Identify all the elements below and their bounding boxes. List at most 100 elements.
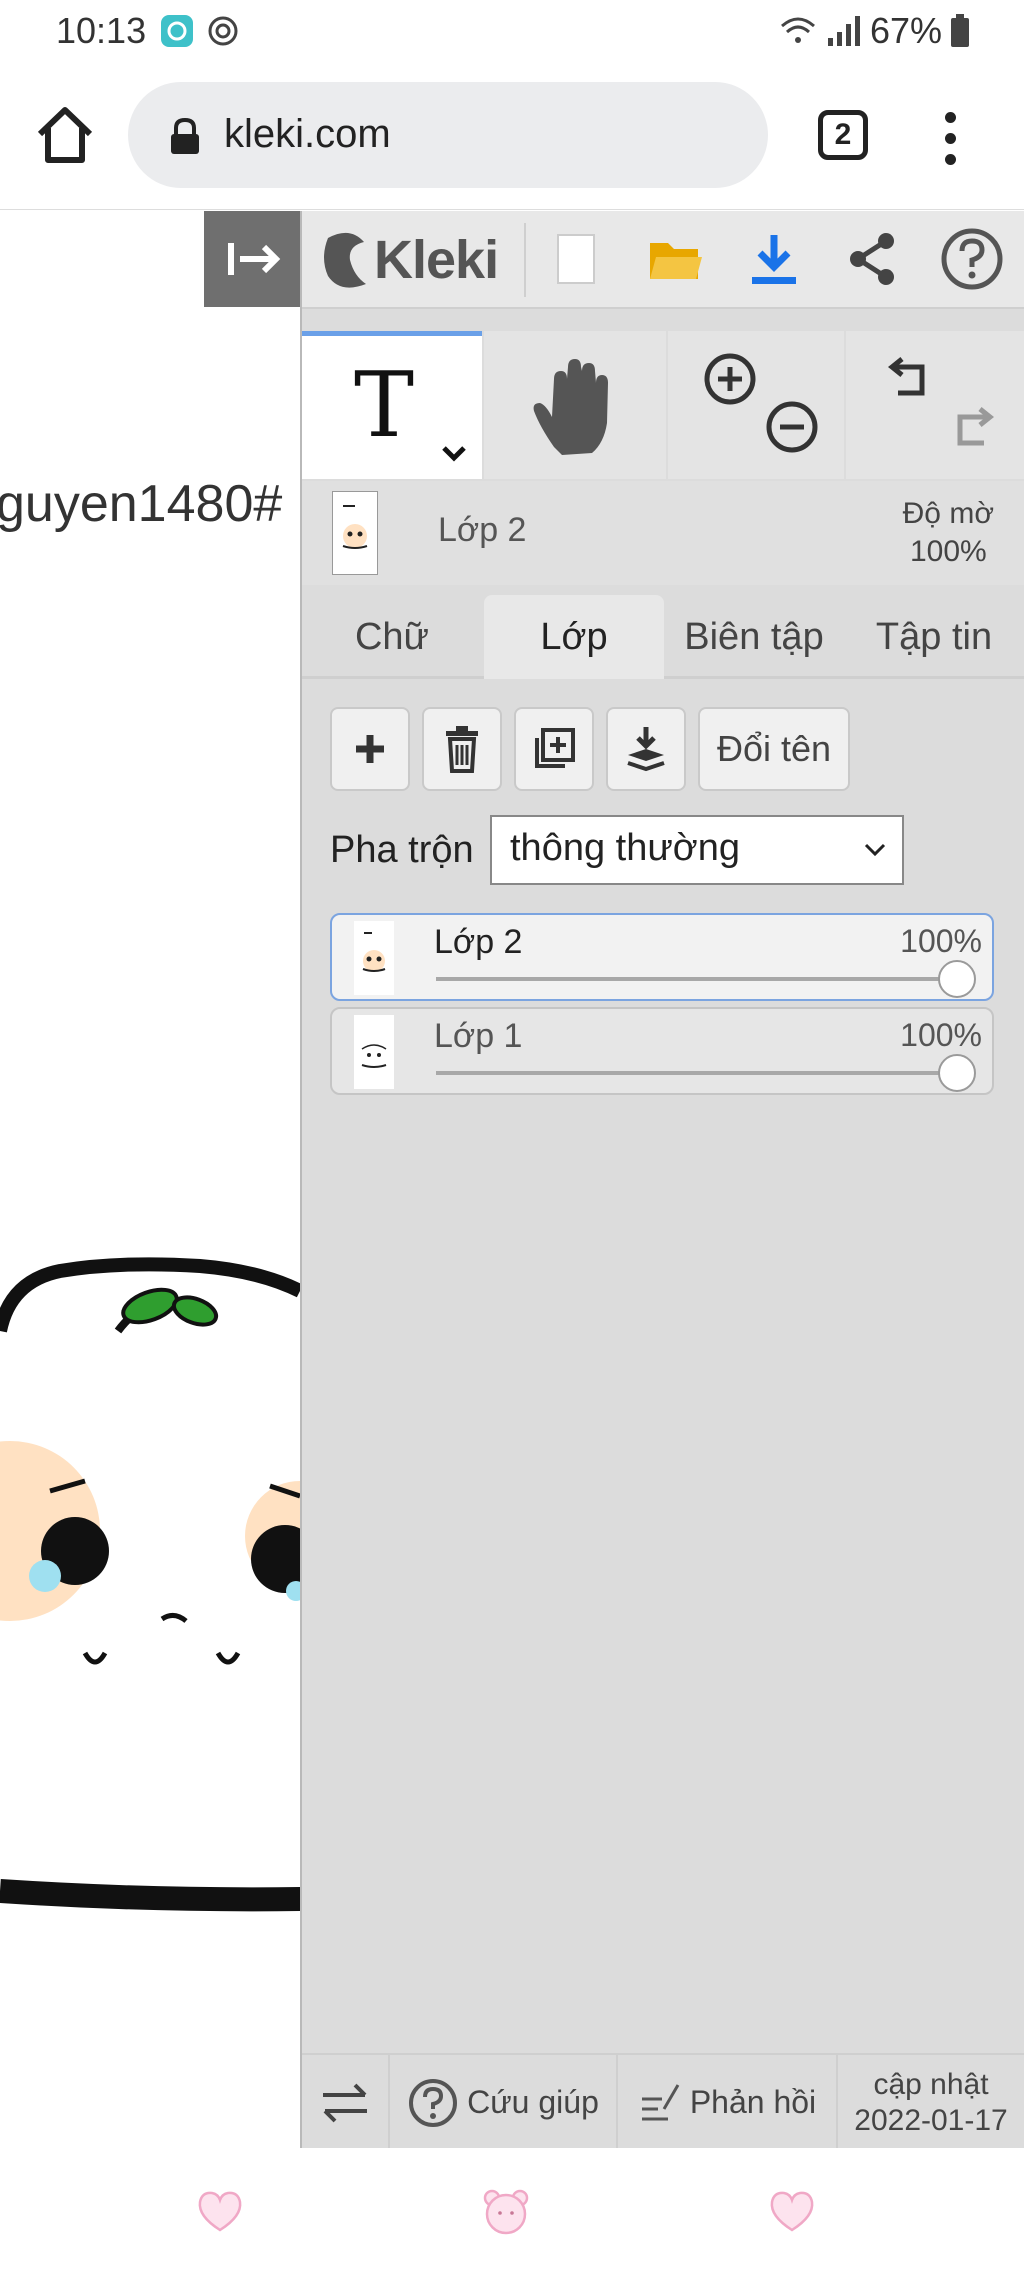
chevron-down-icon bbox=[864, 843, 886, 857]
tab-file[interactable]: Tập tin bbox=[844, 595, 1024, 679]
collapse-panel-button[interactable] bbox=[204, 211, 300, 307]
help-button[interactable] bbox=[924, 211, 1020, 307]
logo-text: Kleki bbox=[374, 230, 499, 290]
wifi-icon bbox=[780, 17, 815, 43]
browser-menu-icon[interactable] bbox=[940, 112, 960, 172]
layer-opacity: 100% bbox=[900, 923, 982, 959]
kleki-logo[interactable]: Kleki bbox=[320, 225, 499, 295]
tab-edit[interactable]: Biên tập bbox=[664, 595, 844, 679]
blend-mode-label: Pha trộn bbox=[330, 829, 474, 871]
layer-item-1[interactable]: Lớp 1 100% bbox=[330, 1007, 994, 1095]
layer-opacity: 100% bbox=[900, 1017, 982, 1053]
bear-home-icon[interactable] bbox=[480, 2186, 532, 2238]
drawing-canvas[interactable]: guyen1480# bbox=[0, 211, 302, 2148]
zoom-in-icon[interactable] bbox=[702, 351, 758, 407]
folder-icon bbox=[650, 243, 702, 279]
address-bar[interactable]: kleki.com bbox=[128, 82, 768, 188]
opacity-display: Độ mờ 100% bbox=[903, 495, 994, 571]
feedback-label: Phản hồi bbox=[689, 2084, 817, 2120]
current-layer-name: Lớp 2 bbox=[438, 511, 527, 549]
lock-icon bbox=[171, 118, 199, 154]
trash-icon bbox=[446, 726, 478, 773]
canvas-text: guyen1480# bbox=[0, 475, 283, 533]
help-label: Cứu giúp bbox=[467, 2084, 599, 2120]
hand-tool-button[interactable] bbox=[484, 331, 666, 479]
layer-thumbnail bbox=[354, 921, 394, 995]
text-tool-button[interactable]: T bbox=[302, 331, 482, 479]
plus-icon bbox=[356, 735, 384, 763]
status-right: 67% bbox=[778, 10, 970, 52]
opacity-slider-track[interactable] bbox=[436, 977, 956, 981]
kleki-logo-icon bbox=[324, 232, 366, 288]
status-bar: 10:13 67% bbox=[0, 0, 1024, 60]
sync-notification-icon bbox=[208, 16, 238, 46]
redo-icon[interactable] bbox=[944, 399, 1000, 455]
layer-thumbnail-image bbox=[342, 505, 368, 549]
merge-down-icon bbox=[627, 727, 665, 772]
share-icon bbox=[850, 233, 894, 285]
text-tool-icon: T bbox=[354, 353, 466, 462]
heart-back-icon[interactable] bbox=[194, 2186, 246, 2238]
tab-text[interactable]: Chữ bbox=[302, 595, 482, 679]
feedback-button[interactable]: Phản hồi bbox=[618, 2055, 838, 2150]
undo-icon[interactable] bbox=[882, 349, 938, 405]
share-button[interactable] bbox=[824, 211, 920, 307]
tab-switcher-button[interactable]: 2 bbox=[818, 110, 868, 160]
opacity-slider-track[interactable] bbox=[436, 1071, 956, 1075]
tab-layers[interactable]: Lớp bbox=[484, 595, 664, 679]
screen: 10:13 67% kleki.com 2 guyen1480# Kleki T… bbox=[0, 0, 1024, 2276]
download-icon bbox=[752, 235, 796, 284]
swap-arrows-icon bbox=[323, 2083, 367, 2122]
battery-icon bbox=[951, 14, 969, 47]
new-image-button[interactable] bbox=[528, 211, 624, 307]
hand-icon bbox=[533, 359, 608, 455]
changelog-button[interactable]: cập nhật 2022-01-17 bbox=[838, 2055, 1024, 2150]
open-file-button[interactable] bbox=[628, 211, 724, 307]
system-nav-bar bbox=[0, 2148, 1024, 2276]
add-layer-button[interactable] bbox=[330, 707, 410, 791]
update-date: 2022-01-17 bbox=[854, 2103, 1008, 2137]
panel-tabs: Chữ Lớp Biên tập Tập tin bbox=[302, 585, 1024, 679]
opacity-value: 100% bbox=[909, 535, 987, 568]
opacity-label: Độ mờ bbox=[902, 497, 994, 530]
panel-footer: Cứu giúp Phản hồi cập nhật 2022-01-17 bbox=[302, 2053, 1024, 2150]
duplicate-icon bbox=[535, 728, 575, 768]
blend-mode-select[interactable]: thông thường bbox=[490, 815, 904, 885]
divider bbox=[524, 223, 526, 297]
duplicate-layer-button[interactable] bbox=[514, 707, 594, 791]
download-button[interactable] bbox=[726, 211, 822, 307]
opacity-slider-handle[interactable] bbox=[938, 1054, 976, 1092]
new-file-icon bbox=[557, 234, 595, 284]
app-notification-icon bbox=[161, 15, 193, 47]
undo-redo-controls bbox=[846, 331, 1024, 479]
update-label: cập nhật bbox=[873, 2067, 989, 2101]
update-info: cập nhật 2022-01-17 bbox=[854, 2067, 1007, 2139]
help-footer-button[interactable]: Cứu giúp bbox=[390, 2055, 618, 2150]
opacity-slider-handle[interactable] bbox=[938, 960, 976, 998]
help-icon bbox=[941, 228, 1003, 290]
layer-thumbnail-image bbox=[361, 1044, 387, 1068]
tool-row: T bbox=[302, 331, 1024, 479]
rename-layer-button[interactable]: Đổi tên bbox=[698, 707, 850, 791]
feedback-pen-icon bbox=[641, 2083, 680, 2120]
heart-recents-icon[interactable] bbox=[766, 2186, 818, 2238]
zoom-out-icon[interactable] bbox=[764, 399, 820, 455]
browser-toolbar: kleki.com 2 bbox=[0, 60, 1024, 210]
battery-percent: 67% bbox=[869, 10, 942, 51]
layer-thumbnail-image bbox=[362, 932, 386, 972]
svg-text:T: T bbox=[354, 353, 414, 458]
side-panel: Kleki T Lớp 2 Độ mờ 100% Chữ Lớp Biên tậ… bbox=[302, 211, 1024, 2150]
merge-down-button[interactable] bbox=[606, 707, 686, 791]
delete-layer-button[interactable] bbox=[422, 707, 502, 791]
layer-item-2[interactable]: Lớp 2 100% bbox=[330, 913, 994, 1001]
url-text: kleki.com bbox=[224, 112, 391, 156]
swap-side-button[interactable] bbox=[302, 2055, 390, 2150]
layer-thumbnail bbox=[354, 1015, 394, 1089]
zoom-controls bbox=[668, 331, 844, 479]
home-icon[interactable] bbox=[30, 100, 100, 170]
status-time: 10:13 bbox=[56, 10, 147, 51]
signal-icon bbox=[827, 16, 860, 46]
collapse-arrow-icon bbox=[228, 243, 281, 275]
blend-mode-value: thông thường bbox=[510, 827, 740, 869]
panel-header: Kleki bbox=[302, 211, 1024, 309]
